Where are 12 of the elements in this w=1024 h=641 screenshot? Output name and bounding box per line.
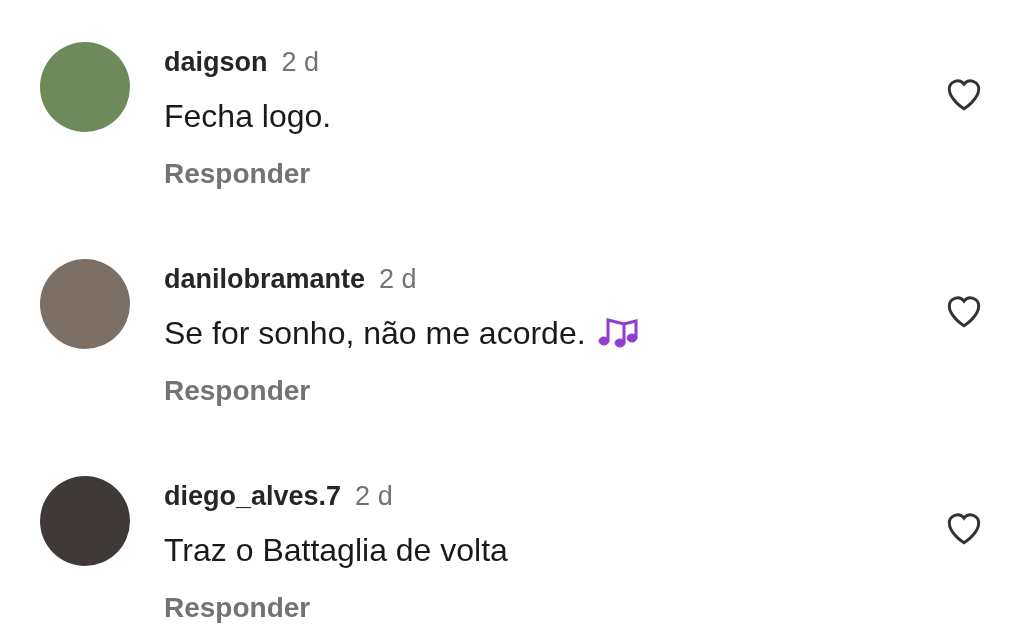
username-link[interactable]: danilobramante: [164, 259, 366, 300]
username-link[interactable]: daigson: [164, 42, 268, 83]
reply-button[interactable]: Responder: [164, 369, 311, 412]
comment-text: Fecha logo.: [164, 96, 332, 135]
comment-time: 2 d: [355, 480, 393, 513]
comment-text: Se for sonho, não me acorde.: [164, 313, 586, 352]
reply-button[interactable]: Responder: [164, 152, 311, 195]
comment-time: 2 d: [281, 46, 320, 79]
reply-button[interactable]: Responder: [164, 586, 311, 629]
comment-text: Traz o Battaglia de volta: [164, 530, 508, 569]
username-link[interactable]: diego_alves.7: [164, 476, 342, 517]
comment-time: 2 d: [379, 263, 417, 296]
